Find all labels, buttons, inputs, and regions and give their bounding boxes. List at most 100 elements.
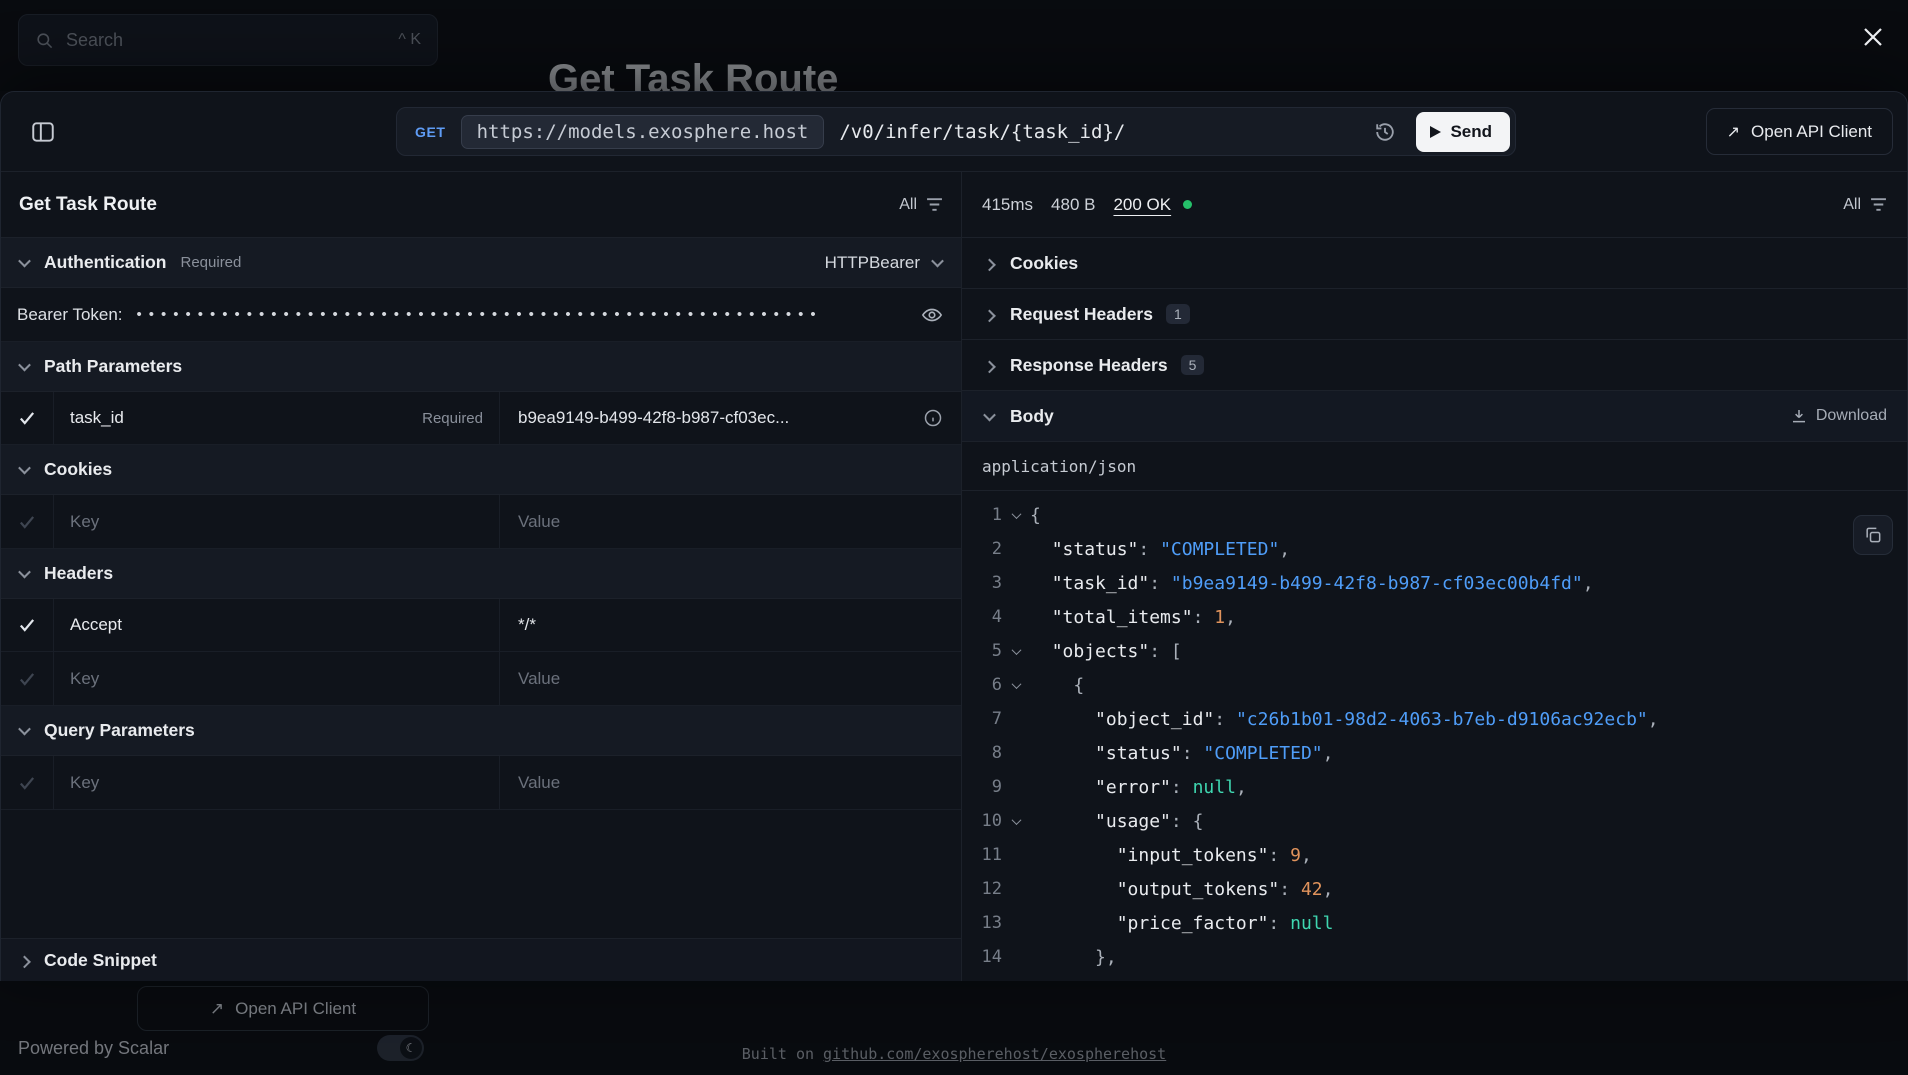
- line-number: 8: [962, 743, 1002, 763]
- row-checkbox[interactable]: [1, 599, 54, 651]
- footer-open-api-client-button[interactable]: ↗ Open API Client: [137, 986, 429, 1031]
- footer-open-api-client-label: Open API Client: [235, 999, 356, 1019]
- copy-icon: [1863, 525, 1883, 545]
- auth-scheme-select[interactable]: HTTPBearer: [825, 253, 945, 273]
- section-code-snippet[interactable]: Code Snippet: [1, 938, 961, 981]
- fold-toggle-icon[interactable]: [1002, 818, 1030, 825]
- code-text: "task_id": "b9ea9149-b499-42f8-b987-cf03…: [1030, 573, 1594, 594]
- key-placeholder: Key: [70, 773, 99, 793]
- param-row-task-id: task_id Required b9ea9149-b499-42f8-b987…: [1, 392, 961, 445]
- line-number: 7: [962, 709, 1002, 729]
- task-id-value-input[interactable]: b9ea9149-b499-42f8-b987-cf03ec...: [500, 392, 961, 444]
- value-input[interactable]: Value: [500, 495, 961, 548]
- section-response-headers[interactable]: Response Headers 5: [962, 340, 1907, 391]
- code-line: 13 "price_factor": null: [962, 906, 1907, 940]
- download-icon: [1790, 407, 1808, 425]
- response-filter-button[interactable]: All: [1843, 196, 1887, 214]
- info-icon[interactable]: [923, 408, 943, 428]
- filter-icon: [1870, 197, 1887, 212]
- chevron-down-icon: [17, 462, 32, 477]
- method-badge: GET: [415, 124, 446, 140]
- download-button[interactable]: Download: [1790, 407, 1887, 425]
- base-url-chip[interactable]: https://models.exosphere.host: [461, 115, 825, 149]
- external-link-icon: ↗: [210, 999, 224, 1019]
- footer-built-on: Built on github.com/exospherehost/exosph…: [0, 1045, 1908, 1063]
- value-input[interactable]: Value: [500, 652, 961, 705]
- key-input[interactable]: Key: [54, 495, 500, 548]
- path-parameters-title: Path Parameters: [44, 356, 182, 377]
- code-line: 2 "status": "COMPLETED",: [962, 532, 1907, 566]
- open-api-client-button[interactable]: ↗ Open API Client: [1706, 108, 1893, 155]
- search-placeholder: Search: [66, 30, 386, 51]
- code-line: 6 {: [962, 668, 1907, 702]
- section-response-cookies[interactable]: Cookies: [962, 238, 1907, 289]
- row-checkbox[interactable]: [1, 495, 54, 548]
- param-key-cell: task_id Required: [54, 392, 500, 444]
- address-bar[interactable]: GET https://models.exosphere.host /v0/in…: [396, 107, 1516, 156]
- value-input[interactable]: Value: [500, 756, 961, 809]
- chevron-down-icon: [17, 723, 32, 738]
- history-icon[interactable]: [1369, 116, 1401, 148]
- background-header: Search ^ K Get Task Route: [0, 0, 1908, 91]
- section-request-headers[interactable]: Request Headers 1: [962, 289, 1907, 340]
- repo-link[interactable]: github.com/exospherehost/exospherehost: [823, 1045, 1166, 1063]
- code-lines: 1{2 "status": "COMPLETED", 3 "task_id": "…: [962, 498, 1907, 974]
- sidebar-toggle-button[interactable]: [27, 116, 59, 148]
- response-filter-label: All: [1843, 196, 1861, 214]
- code-text: "price_factor": null: [1030, 913, 1333, 934]
- key-input[interactable]: Key: [54, 756, 500, 809]
- eye-icon[interactable]: [919, 304, 945, 326]
- code-text: {: [1030, 505, 1041, 526]
- section-headers[interactable]: Headers: [1, 549, 961, 599]
- headers-title: Headers: [44, 563, 113, 584]
- send-button[interactable]: Send: [1416, 112, 1510, 152]
- client-panels: Get Task Route All Authentication Requir…: [1, 171, 1907, 981]
- chevron-down-icon: [17, 566, 32, 581]
- code-line: 7 "object_id": "c26b1b01-98d2-4063-b7eb-…: [962, 702, 1907, 736]
- response-body-code: 1{2 "status": "COMPLETED", 3 "task_id": "…: [962, 491, 1907, 981]
- line-number: 11: [962, 845, 1002, 865]
- page-title: Get Task Route: [548, 57, 838, 91]
- key-input[interactable]: Key: [54, 652, 500, 705]
- code-text: "status": "COMPLETED",: [1030, 539, 1290, 560]
- code-line: 1{: [962, 498, 1907, 532]
- key-placeholder: Key: [70, 669, 99, 689]
- row-checkbox[interactable]: [1, 756, 54, 809]
- key-input[interactable]: Accept: [54, 599, 500, 651]
- code-line: 9 "error": null,: [962, 770, 1907, 804]
- fold-toggle-icon[interactable]: [1002, 512, 1030, 519]
- response-size: 480 B: [1051, 195, 1095, 215]
- code-text: "status": "COMPLETED",: [1030, 743, 1333, 764]
- open-api-client-label: Open API Client: [1751, 122, 1872, 142]
- copy-button[interactable]: [1853, 515, 1893, 555]
- line-number: 3: [962, 573, 1002, 593]
- fold-toggle-icon[interactable]: [1002, 648, 1030, 655]
- row-checkbox[interactable]: [1, 652, 54, 705]
- request-header: Get Task Route All: [1, 172, 961, 238]
- search-icon: [35, 31, 54, 50]
- response-status[interactable]: 200 OK: [1113, 195, 1171, 215]
- value-input[interactable]: */*: [500, 599, 961, 651]
- section-query-parameters[interactable]: Query Parameters: [1, 706, 961, 756]
- section-cookies[interactable]: Cookies: [1, 445, 961, 495]
- response-cookies-label: Cookies: [1010, 253, 1078, 274]
- bearer-token-input[interactable]: ••••••••••••••••••••••••••••••••••••••••…: [137, 306, 905, 323]
- code-line: 10 "usage": {: [962, 804, 1907, 838]
- section-body[interactable]: Body Download: [962, 391, 1907, 442]
- fold-toggle-icon[interactable]: [1002, 682, 1030, 689]
- bearer-token-label: Bearer Token:: [17, 305, 123, 325]
- request-path-input[interactable]: /v0/infer/task/{task_id}/: [839, 121, 1125, 143]
- query-parameters-title: Query Parameters: [44, 720, 195, 741]
- close-icon[interactable]: [1856, 20, 1890, 54]
- chevron-right-icon: [17, 953, 32, 968]
- section-authentication[interactable]: Authentication Required HTTPBearer: [1, 238, 961, 288]
- response-duration: 415ms: [982, 195, 1033, 215]
- authentication-title: Authentication: [44, 252, 167, 273]
- line-number: 6: [962, 675, 1002, 695]
- code-snippet-title: Code Snippet: [44, 950, 157, 971]
- search-input[interactable]: Search ^ K: [18, 14, 438, 66]
- request-title: Get Task Route: [19, 194, 157, 216]
- row-checkbox[interactable]: [1, 392, 54, 444]
- section-path-parameters[interactable]: Path Parameters: [1, 342, 961, 392]
- request-filter-button[interactable]: All: [899, 196, 943, 214]
